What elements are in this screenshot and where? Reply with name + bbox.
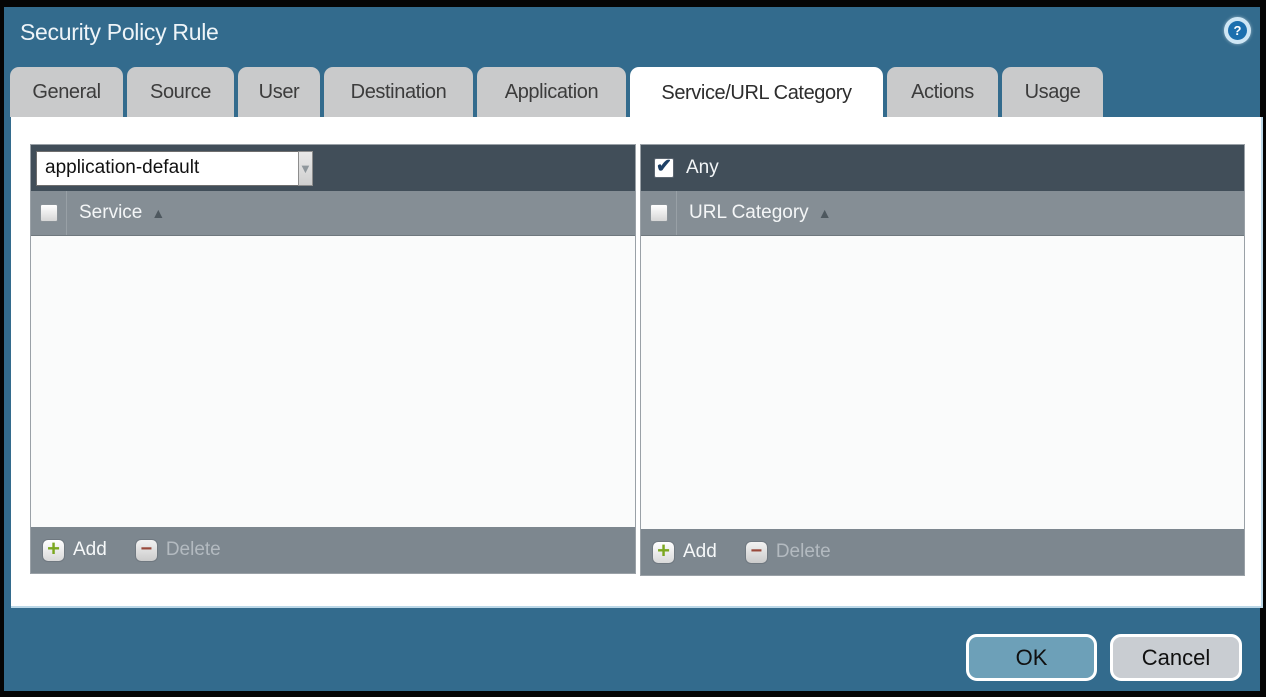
help-icon: ? [1228,21,1247,40]
tab-general[interactable]: General [10,67,123,117]
minus-icon: − [745,541,768,564]
help-button[interactable]: ? [1224,17,1251,44]
tab-bar: General Source User Destination Applicat… [10,67,1103,117]
tab-user[interactable]: User [238,67,320,117]
service-add-button[interactable]: + Add [42,539,107,562]
service-panel-footer: + Add − Delete [31,527,635,573]
service-column-label[interactable]: Service [79,202,142,224]
add-label: Add [73,539,107,561]
tab-destination[interactable]: Destination [324,67,473,117]
service-type-input[interactable] [36,151,298,186]
url-category-panel: ✔ Any URL Category ▲ + Add − [640,144,1245,576]
plus-icon: + [42,539,65,562]
url-category-column-label[interactable]: URL Category [689,202,809,224]
cancel-button[interactable]: Cancel [1110,634,1242,681]
sort-ascending-icon[interactable]: ▲ [818,205,832,221]
any-label: Any [686,157,719,179]
service-type-combobox: ▼ [36,151,294,186]
tab-service-url-category[interactable]: Service/URL Category [630,67,883,119]
dialog-title: Security Policy Rule [20,19,219,46]
minus-icon: − [135,539,158,562]
any-row: ✔ Any [646,157,719,179]
screen: Security Policy Rule ? General Source Us… [0,0,1266,697]
tab-usage[interactable]: Usage [1002,67,1103,117]
tab-application[interactable]: Application [477,67,626,117]
url-category-add-button[interactable]: + Add [652,541,717,564]
service-select-all-checkbox[interactable] [40,204,58,222]
service-panel: ▼ Service ▲ + Add − Delete [30,144,636,574]
add-label: Add [683,541,717,563]
url-category-checkbox-cell [641,191,677,235]
service-panel-header: ▼ [31,145,635,191]
service-list [31,236,635,527]
any-checkbox[interactable]: ✔ [654,158,674,178]
url-category-panel-header: ✔ Any [641,145,1244,191]
delete-label: Delete [166,539,221,561]
tab-actions[interactable]: Actions [887,67,998,117]
url-category-column-header: URL Category ▲ [641,191,1244,236]
service-column-header: Service ▲ [31,191,635,236]
security-policy-rule-dialog: Security Policy Rule ? General Source Us… [4,7,1260,691]
url-category-list [641,236,1244,529]
service-checkbox-cell [31,191,67,235]
delete-label: Delete [776,541,831,563]
tab-source[interactable]: Source [127,67,234,117]
chevron-down-icon: ▼ [299,161,312,176]
ok-button[interactable]: OK [966,634,1097,681]
url-category-panel-footer: + Add − Delete [641,529,1244,575]
url-category-delete-button[interactable]: − Delete [745,541,831,564]
plus-icon: + [652,541,675,564]
checkmark-icon: ✔ [656,157,672,176]
service-delete-button[interactable]: − Delete [135,539,221,562]
service-type-dropdown-button[interactable]: ▼ [298,151,313,186]
url-category-select-all-checkbox[interactable] [650,204,668,222]
sort-ascending-icon[interactable]: ▲ [151,205,165,221]
